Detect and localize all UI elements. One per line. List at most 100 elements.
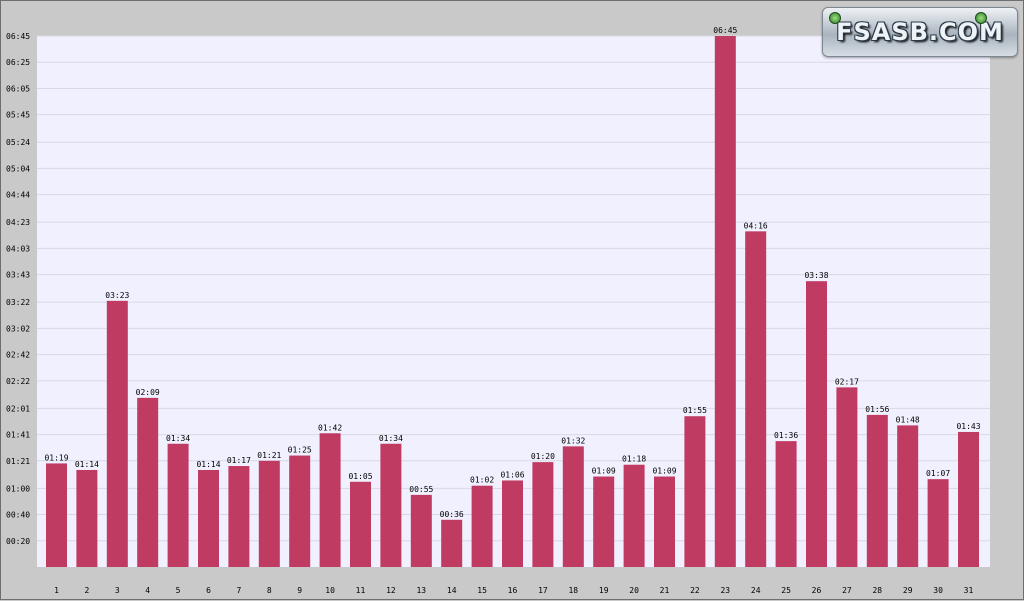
- bar: [623, 464, 645, 567]
- bar-value-label: 00:36: [440, 510, 464, 519]
- y-tick-label: 01:00: [6, 484, 30, 493]
- bar-value-label: 01:43: [956, 422, 980, 431]
- x-tick-label: 24: [751, 586, 761, 595]
- bar-value-label: 01:55: [683, 406, 707, 415]
- bar-value-label: 01:06: [500, 470, 524, 479]
- bar-value-label: 01:34: [379, 434, 403, 443]
- y-tick-label: 06:05: [6, 84, 30, 93]
- bar: [714, 36, 736, 567]
- x-tick-label: 31: [964, 586, 974, 595]
- y-tick-label: 03:22: [6, 298, 30, 307]
- bar-value-label: 01:48: [896, 415, 920, 424]
- y-tick-label: 06:25: [6, 58, 30, 67]
- bar: [76, 469, 98, 567]
- x-tick-label: 21: [660, 586, 670, 595]
- x-tick-label: 22: [690, 586, 700, 595]
- x-tick-label: 9: [297, 586, 302, 595]
- bar: [958, 431, 979, 567]
- bar-value-label: 01:09: [592, 467, 616, 476]
- bar: [198, 469, 219, 567]
- y-tick-label: 04:44: [6, 191, 30, 200]
- bar-value-label: 03:23: [105, 291, 129, 300]
- bar: [46, 463, 67, 567]
- site-logo: FSASB.COM: [822, 7, 1018, 57]
- x-tick-label: 10: [325, 586, 335, 595]
- bar-value-label: 01:07: [926, 469, 950, 478]
- bar-value-label: 01:09: [652, 467, 676, 476]
- y-tick-label: 00:20: [6, 537, 30, 546]
- bar-value-label: 01:42: [318, 423, 342, 432]
- bar: [684, 416, 706, 567]
- bar: [228, 466, 250, 567]
- x-tick-label: 13: [416, 586, 426, 595]
- x-tick-label: 11: [356, 586, 366, 595]
- bar-value-label: 04:16: [744, 221, 768, 230]
- bar: [562, 446, 584, 567]
- y-tick-label: 05:04: [6, 164, 30, 173]
- y-tick-label: 04:03: [6, 244, 30, 253]
- y-tick-label: 02:01: [6, 404, 30, 413]
- y-tick-label: 05:45: [6, 111, 30, 120]
- bar: [441, 519, 463, 567]
- y-tick-label: 01:21: [6, 457, 30, 466]
- y-tick-label: 05:24: [6, 138, 30, 147]
- bar: [927, 479, 949, 567]
- y-tick-label: 03:02: [6, 324, 30, 333]
- bar-value-label: 01:05: [348, 472, 372, 481]
- y-tick-label: 03:43: [6, 271, 30, 280]
- bar-value-label: 00:55: [409, 485, 433, 494]
- x-tick-label: 23: [720, 586, 730, 595]
- y-tick-label: 02:42: [6, 351, 30, 360]
- bar-value-label: 02:09: [136, 388, 160, 397]
- bar-value-label: 01:56: [865, 405, 889, 414]
- bar: [654, 476, 675, 567]
- bar-value-label: 01:32: [561, 436, 585, 445]
- bar-value-label: 01:19: [44, 453, 68, 462]
- bar-value-label: 02:17: [835, 377, 859, 386]
- x-tick-label: 5: [176, 586, 181, 595]
- bar-value-label: 01:17: [227, 456, 251, 465]
- bar: [106, 300, 128, 567]
- bar: [289, 455, 311, 567]
- bar: [258, 460, 280, 567]
- bar: [775, 441, 797, 567]
- y-tick-label: 02:22: [6, 377, 30, 386]
- x-tick-label: 7: [236, 586, 241, 595]
- x-tick-label: 20: [629, 586, 639, 595]
- bar-value-label: 01:20: [531, 452, 555, 461]
- bar-value-label: 01:21: [257, 451, 281, 460]
- bar-value-label: 01:25: [288, 446, 312, 455]
- x-axis-tick-labels: 1 2 3 4 5 6 7 8 9 10 11 12 13 14 15 16 17 18 19 20 21 22 23 24 2…: [54, 586, 973, 595]
- x-tick-label: 18: [568, 586, 578, 595]
- bar: [137, 397, 159, 567]
- y-axis-tick-labels: 00:20 00:40 01:00 01:21 01:41 02:01 02:22 02:42…: [6, 32, 30, 546]
- x-tick-label: 28: [872, 586, 882, 595]
- x-tick-label: 19: [599, 586, 609, 595]
- bar: [866, 414, 888, 567]
- x-tick-label: 26: [812, 586, 822, 595]
- x-tick-label: 17: [538, 586, 548, 595]
- x-tick-label: 16: [508, 586, 518, 595]
- bar: [593, 476, 615, 567]
- bar: [471, 485, 493, 567]
- bar: [897, 425, 919, 567]
- y-tick-label: 06:45: [6, 32, 30, 41]
- bar-value-label: 01:14: [196, 460, 220, 469]
- bar: [532, 462, 554, 567]
- x-tick-label: 25: [781, 586, 791, 595]
- bar: [502, 480, 523, 567]
- x-tick-label: 14: [447, 586, 457, 595]
- y-tick-label: 04:23: [6, 218, 30, 227]
- bar-value-label: 03:38: [804, 271, 828, 280]
- x-tick-label: 3: [115, 586, 120, 595]
- x-tick-label: 12: [386, 586, 396, 595]
- x-tick-label: 30: [933, 586, 943, 595]
- x-tick-label: 6: [206, 586, 211, 595]
- y-tick-label: 01:41: [6, 431, 30, 440]
- bar-value-label: 06:45: [713, 26, 737, 35]
- bar-value-label: 01:34: [166, 434, 190, 443]
- y-tick-label: 00:40: [6, 511, 30, 520]
- bar: [350, 481, 371, 567]
- x-tick-label: 27: [842, 586, 852, 595]
- bar-value-label: 01:02: [470, 476, 494, 485]
